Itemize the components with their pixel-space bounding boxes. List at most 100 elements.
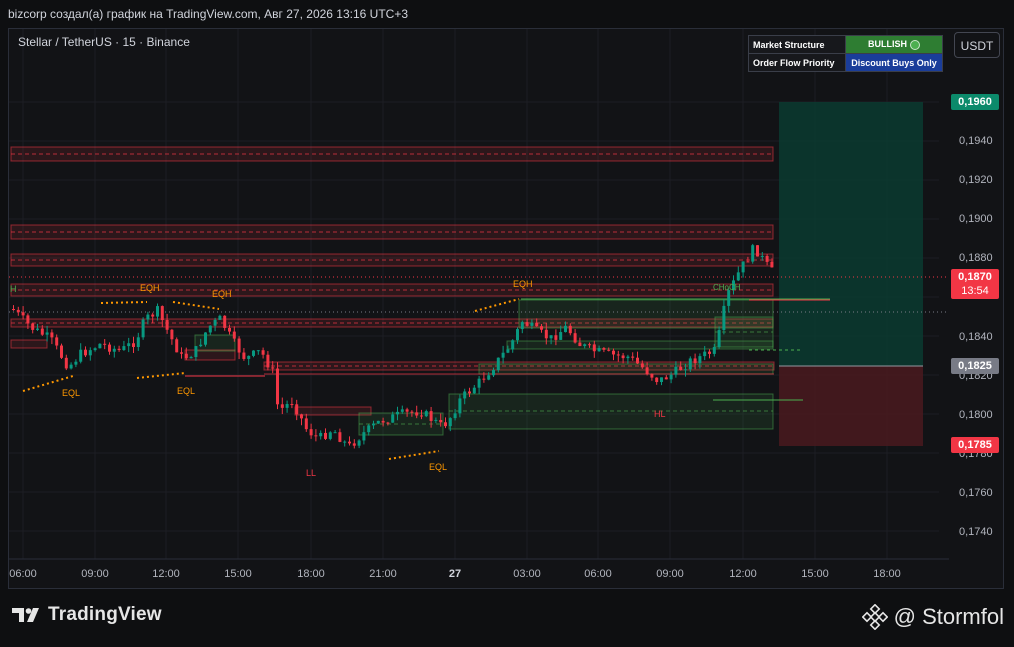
status-dot-icon [910, 39, 920, 50]
price-tick: 0,1740 [959, 526, 993, 538]
candle-body [429, 411, 433, 421]
time-tick: 12:00 [729, 568, 757, 580]
window-title: bizcorp создал(а) график на TradingView.… [8, 7, 409, 21]
time-tick: 27 [449, 568, 461, 580]
candle-body [424, 411, 428, 417]
candle-body [640, 363, 644, 368]
candle-body [103, 343, 107, 345]
candle-body [645, 367, 649, 375]
market-structure-value: BULLISH [845, 35, 943, 54]
candle-body [511, 340, 515, 350]
candle-body [400, 409, 404, 412]
title-bar: bizcorp создал(а) график на TradingView.… [0, 0, 1014, 28]
time-tick: 18:00 [297, 568, 325, 580]
candle-body [160, 306, 164, 321]
candle-body [530, 322, 534, 326]
candle-body [199, 344, 203, 347]
candle-body [381, 420, 385, 423]
candle-body [439, 419, 443, 423]
time-tick: 12:00 [152, 568, 180, 580]
candle-body [492, 370, 495, 376]
candle-body [597, 348, 601, 352]
candle-body [328, 432, 332, 439]
candle-body [285, 404, 289, 408]
candle-body [626, 356, 630, 359]
candle-body [45, 332, 49, 335]
author-watermark: @ Stormfol [861, 604, 1004, 630]
candle-body [88, 350, 92, 356]
candle-body [669, 374, 673, 380]
candle-body [338, 432, 342, 442]
candle-body [693, 358, 697, 364]
candle-body [372, 423, 375, 426]
candle-body [79, 349, 83, 362]
candle-body [309, 429, 313, 436]
candle-body [636, 357, 639, 364]
choch-label: CHoCH [713, 283, 741, 292]
candle-body [434, 419, 438, 421]
candle-body [650, 374, 654, 378]
candle-body [746, 261, 750, 263]
candle-body [237, 338, 241, 353]
candle-body [487, 375, 491, 380]
candle-body [621, 355, 625, 359]
candle-body [26, 315, 30, 324]
candle-body [583, 344, 587, 347]
candle-body [170, 329, 174, 340]
ll-label: LL [306, 468, 316, 478]
candle-body [684, 369, 687, 371]
tradingview-logo[interactable]: TradingView [12, 604, 162, 626]
candle-body [468, 391, 471, 394]
candle-body [568, 325, 572, 334]
candle-body [664, 377, 668, 380]
candle-body [228, 327, 231, 332]
candle-body [300, 414, 303, 419]
eqh-label-3: EQH [513, 279, 533, 289]
price-tick: 0,1920 [959, 174, 993, 186]
price-chart[interactable]: EQH EQH EQH EQL EQL EQL LL HL CHoCH H 0,… [9, 29, 1003, 588]
price-tick: 0,1760 [959, 487, 993, 499]
candle-body [218, 315, 222, 320]
candle-body [252, 350, 255, 356]
candle-body [573, 333, 577, 343]
candle-body [674, 366, 678, 375]
symbol-label[interactable]: Stellar / TetherUS · 15 · Binance [18, 35, 190, 49]
candle-body [688, 358, 692, 370]
candle-body [98, 343, 102, 349]
candle-body [40, 328, 44, 335]
time-tick: 09:00 [656, 568, 684, 580]
candle-body [472, 387, 476, 394]
eql-label-2: EQL [177, 386, 195, 396]
candle-body [280, 404, 284, 408]
candle-body [602, 348, 606, 350]
time-tick: 06:00 [584, 568, 612, 580]
candle-body [544, 329, 548, 339]
candle-body [314, 435, 318, 437]
stop-loss-zone[interactable] [779, 366, 923, 446]
candle-body [612, 350, 615, 355]
time-tick: 15:00 [224, 568, 252, 580]
candle-body [367, 425, 371, 433]
time-tick: 21:00 [369, 568, 397, 580]
currency-button[interactable]: USDT [954, 32, 1000, 58]
candle-body [405, 409, 409, 412]
take-profit-zone[interactable] [779, 102, 923, 366]
candle-body [616, 354, 620, 356]
candle-body [194, 346, 198, 358]
candle-body [36, 328, 39, 330]
candle-body [391, 414, 395, 423]
candle-body [703, 351, 707, 357]
candle-body [84, 349, 87, 356]
candle-body [396, 411, 399, 415]
candle-body [717, 330, 721, 347]
market-structure-label: Market Structure [748, 35, 846, 54]
market-info-table: Market Structure BULLISH Order Flow Prio… [748, 35, 943, 72]
stop-loss-price-label: 0,1785 [951, 437, 999, 453]
candle-body [549, 335, 553, 339]
candle-body [631, 356, 635, 358]
eql-label-3: EQL [429, 462, 447, 472]
candle-body [247, 355, 251, 359]
candle-body [501, 352, 505, 358]
candle-body [165, 320, 169, 330]
candle-body [708, 351, 711, 354]
